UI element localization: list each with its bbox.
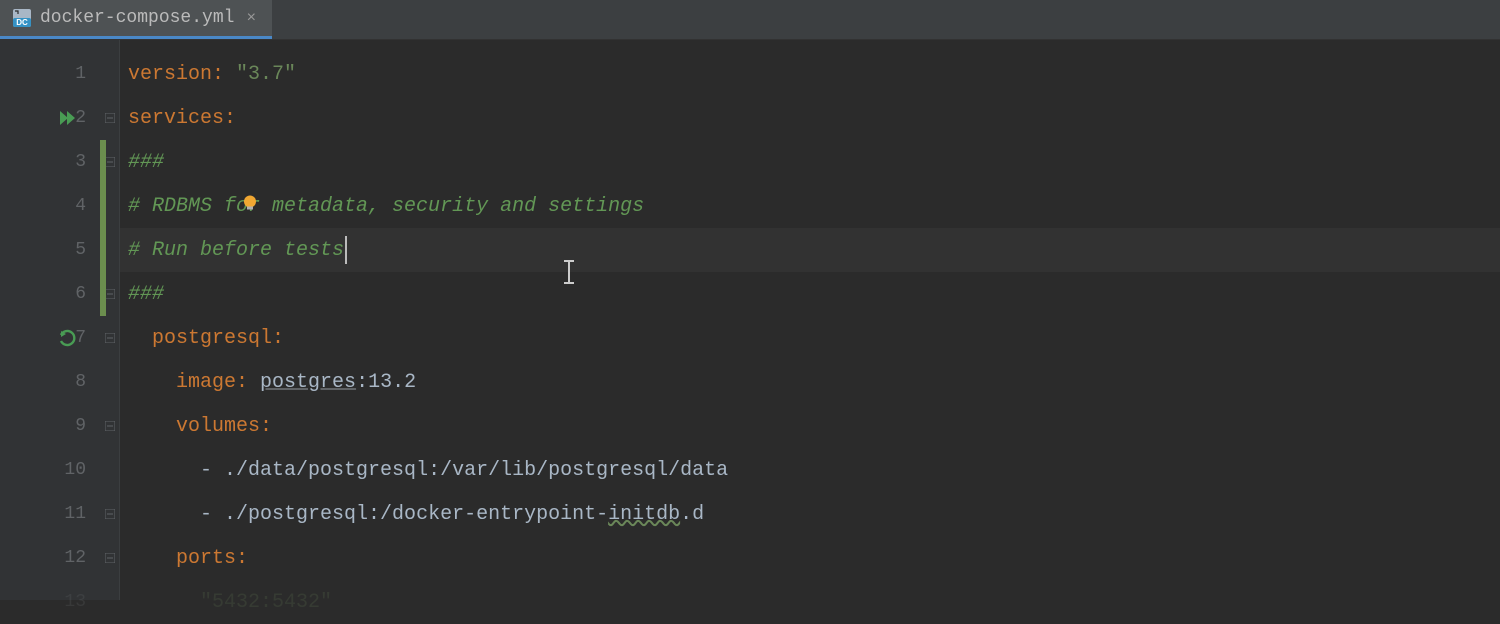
fold-collapse-icon[interactable] <box>104 112 116 124</box>
text-caret <box>345 236 347 264</box>
code-area[interactable]: version: "3.7" services: ### # RDBMS for… <box>120 40 1500 600</box>
code-line[interactable]: postgresql: <box>120 316 1500 360</box>
code-line[interactable]: # RDBMS for metadata, security and setti… <box>120 184 1500 228</box>
svg-text:DC: DC <box>16 18 28 27</box>
line-number[interactable]: 8 <box>0 360 100 404</box>
tab-bar: DC docker-compose.yml × <box>0 0 1500 40</box>
fold-end-icon[interactable] <box>104 508 116 520</box>
line-number[interactable]: 10 <box>0 448 100 492</box>
fold-collapse-icon[interactable] <box>104 420 116 432</box>
line-number[interactable]: 6 <box>0 272 100 316</box>
line-number[interactable]: 4 <box>0 184 100 228</box>
line-number[interactable]: 9 <box>0 404 100 448</box>
line-number-gutter: 1 2 3 4 5 6 7 8 9 10 11 12 13 <box>0 40 100 600</box>
code-line[interactable]: version: "3.7" <box>120 52 1500 96</box>
code-line[interactable]: - ./data/postgresql:/var/lib/postgresql/… <box>120 448 1500 492</box>
line-number[interactable]: 5 <box>0 228 100 272</box>
code-line[interactable]: ### <box>120 272 1500 316</box>
fold-gutter <box>100 40 120 600</box>
line-number[interactable]: 3 <box>0 140 100 184</box>
line-number[interactable]: 12 <box>0 536 100 580</box>
fold-collapse-icon[interactable] <box>104 552 116 564</box>
code-line[interactable]: - ./postgresql:/docker-entrypoint-initdb… <box>120 492 1500 536</box>
code-line[interactable]: image: postgres:13.2 <box>120 360 1500 404</box>
line-number[interactable]: 7 <box>0 316 100 360</box>
fold-collapse-icon[interactable] <box>104 332 116 344</box>
line-number[interactable]: 1 <box>0 52 100 96</box>
vcs-change-marker[interactable] <box>100 228 106 272</box>
run-service-icon[interactable] <box>58 328 78 348</box>
vcs-change-marker[interactable] <box>100 140 106 184</box>
close-tab-icon[interactable]: × <box>242 9 260 27</box>
code-line[interactable]: ### <box>120 140 1500 184</box>
vcs-change-marker[interactable] <box>100 272 106 316</box>
code-line[interactable]: services: <box>120 96 1500 140</box>
tab-filename: docker-compose.yml <box>40 8 234 28</box>
file-tab[interactable]: DC docker-compose.yml × <box>0 0 272 39</box>
editor-area: 1 2 3 4 5 6 7 8 9 10 11 12 13 <box>0 40 1500 600</box>
line-number[interactable]: 13 <box>0 580 100 624</box>
code-line[interactable]: ports: <box>120 536 1500 580</box>
line-number[interactable]: 2 <box>0 96 100 140</box>
code-line[interactable]: volumes: <box>120 404 1500 448</box>
code-line-current[interactable]: # Run before tests <box>120 228 1500 272</box>
vcs-change-marker[interactable] <box>100 184 106 228</box>
run-all-services-icon[interactable] <box>58 108 78 128</box>
line-number[interactable]: 11 <box>0 492 100 536</box>
code-line[interactable]: "5432:5432" <box>120 580 1500 624</box>
docker-compose-file-icon: DC <box>12 8 32 28</box>
